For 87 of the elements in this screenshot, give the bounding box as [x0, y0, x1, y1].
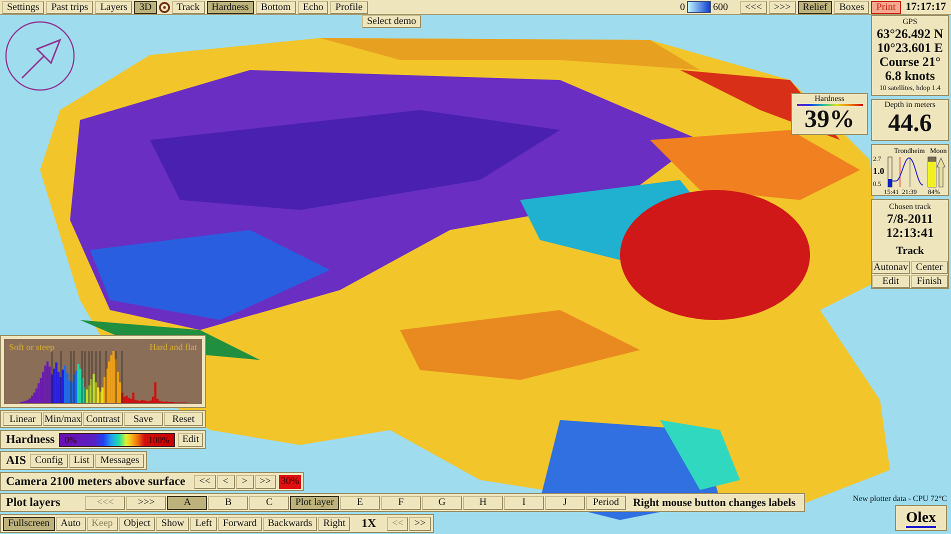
longitude: 10°23.601 E [877, 41, 943, 55]
toolbar-button[interactable]: Backwards [262, 516, 318, 530]
camera-label: Camera 2100 meters above surface [5, 474, 186, 489]
camera-button[interactable]: < [216, 474, 235, 488]
panel-button[interactable]: Center [910, 261, 948, 274]
hint-text: Right mouse button changes labels [632, 496, 797, 508]
latitude: 63°26.492 N [876, 27, 944, 41]
toolbar-button[interactable]: Bottom [256, 0, 296, 14]
toolbar-button[interactable]: Period [586, 496, 626, 510]
toolbar-button[interactable]: <<< [740, 0, 767, 14]
status-text: New plotter data - CPU 72°C [852, 494, 947, 503]
target-icon[interactable] [158, 2, 170, 12]
track-date: 7/8-2011 [886, 212, 934, 226]
zoom-indicator: 30% [278, 474, 302, 488]
camera-button[interactable]: > [236, 474, 254, 488]
panel-button[interactable]: Edit [872, 275, 910, 288]
toolbar-button[interactable]: Plot layer [290, 496, 339, 510]
toolbar-button[interactable]: Forward [218, 516, 262, 530]
histogram-label: Soft or steep [9, 342, 54, 352]
toolbar-button[interactable]: Layers [95, 0, 132, 14]
panel-button[interactable]: Linear [3, 412, 42, 426]
plot-layers-label: Plot layers [5, 495, 62, 510]
toolbar-button[interactable]: >>> [768, 0, 796, 14]
depth-color-scale [686, 1, 711, 13]
toolbar-button[interactable]: H [462, 496, 503, 510]
toolbar-button[interactable]: A [167, 496, 208, 510]
panel-button[interactable]: Save [124, 412, 163, 426]
toolbar-button[interactable]: G [422, 496, 462, 510]
panel-button[interactable]: Autonav [872, 261, 910, 274]
hardness-value: 39% [804, 106, 854, 133]
toolbar-button[interactable]: Fullscreen [3, 516, 55, 530]
toolbar-button[interactable]: Relief [798, 0, 832, 14]
rainbow-line [796, 104, 862, 106]
toolbar-button[interactable]: 3D [134, 0, 157, 14]
panel-button[interactable]: Messages [95, 454, 144, 468]
toolbar-button[interactable]: J [544, 496, 585, 510]
ais-label: AIS [5, 453, 28, 468]
hardness-color-bar: 0% 100% [58, 432, 176, 446]
track-time: 12:13:41 [886, 226, 934, 240]
tide-curve-drawing [888, 156, 924, 188]
panel-button[interactable]: Min/max [43, 412, 82, 426]
select-demo-button[interactable]: Select demo [362, 15, 422, 28]
camera-button[interactable]: << [194, 474, 216, 488]
toolbar-button[interactable]: Profile [330, 0, 368, 14]
toolbar-button[interactable]: Left [190, 516, 217, 530]
toolbar-button[interactable]: Auto [56, 516, 86, 530]
toolbar-button[interactable]: B [208, 496, 248, 510]
tide-label: 1.0 [873, 166, 884, 176]
track-title: Chosen track [889, 202, 931, 212]
toolbar-button[interactable]: Show [156, 516, 190, 530]
logo-button[interactable]: Olex [895, 505, 947, 531]
toolbar-button[interactable]: >>> [126, 496, 166, 510]
clock: 17:17:17 [904, 1, 947, 13]
toolbar-button[interactable]: I [504, 496, 544, 510]
toolbar-button[interactable]: Past trips [46, 0, 94, 14]
panel-button[interactable]: List [68, 454, 94, 468]
up-arrow-icon [936, 157, 946, 188]
gps-title: GPS [902, 17, 918, 27]
toolbar-button[interactable]: Hardness [206, 0, 254, 14]
toolbar-button[interactable]: F [380, 496, 421, 510]
toolbar-button[interactable]: Boxes [834, 0, 870, 14]
marker-lines [52, 350, 122, 404]
toolbar-button[interactable]: Echo [298, 0, 328, 14]
panel-button[interactable]: Config [30, 454, 68, 468]
hardness-label: Hardness [5, 432, 56, 447]
toolbar-button[interactable]: Right [318, 516, 350, 530]
toolbar-button[interactable]: >> [409, 516, 431, 530]
depth-value: 44.6 [888, 110, 932, 137]
toolbar-button[interactable]: C [249, 496, 290, 510]
speed-label: 1X [360, 516, 378, 531]
toolbar-button[interactable]: Track [172, 0, 205, 14]
panel-button[interactable]: Reset [164, 412, 204, 426]
scale-min: 0 [680, 2, 685, 12]
toolbar-button[interactable]: Settings [2, 0, 44, 14]
camera-button[interactable]: >> [254, 474, 276, 488]
depth-title: Depth in meters [884, 100, 936, 110]
course: Course 21° [879, 55, 941, 69]
track-name: Track [896, 244, 924, 258]
panel-button[interactable]: Contrast [83, 412, 123, 426]
edit-button[interactable]: Edit [178, 432, 203, 446]
toolbar-button[interactable]: E [340, 496, 380, 510]
speed: 6.8 knots [885, 69, 935, 83]
panel-button[interactable]: Finish [910, 275, 948, 288]
scale-max: 600 [712, 2, 728, 12]
hardness-title: Hardness [814, 94, 844, 104]
toolbar-button[interactable]: Object [118, 516, 156, 530]
histogram-label: Hard and flat [150, 342, 197, 352]
